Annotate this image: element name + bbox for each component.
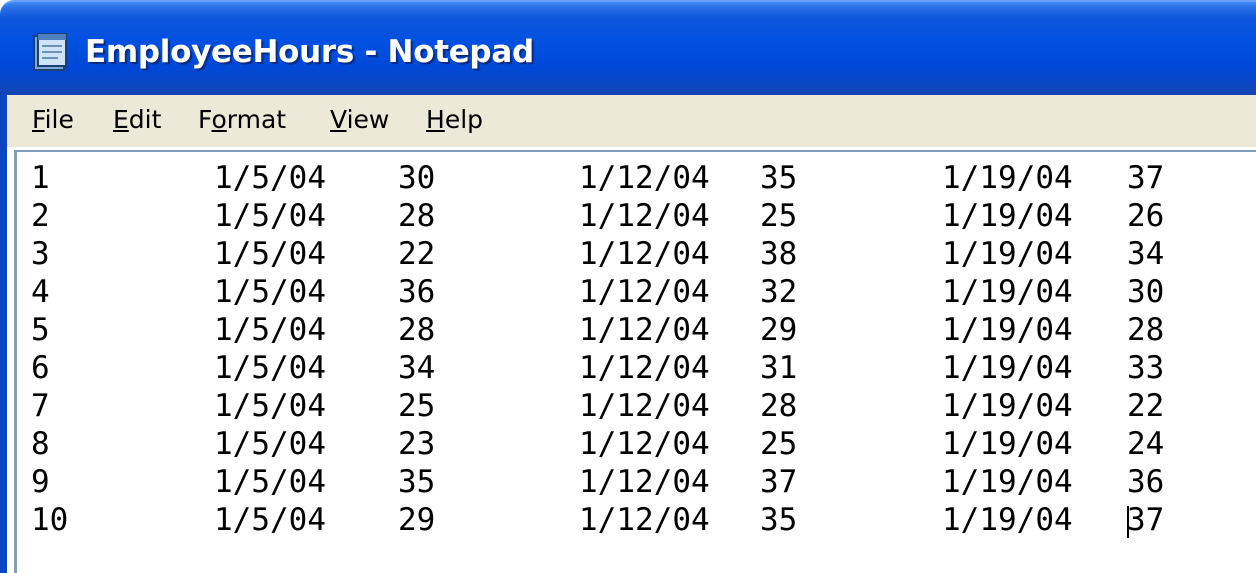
employee-id: 8 [31, 426, 50, 462]
week2-hours: 31 [760, 350, 798, 386]
week3-hours: 22 [1127, 388, 1165, 424]
week3-date: 1/19/04 [942, 464, 1073, 500]
title-bar[interactable]: EmployeeHours - Notepad [0, 0, 1256, 95]
week1-hours: 23 [398, 426, 436, 462]
week1-hours: 36 [398, 274, 436, 310]
week2-date: 1/12/04 [579, 426, 710, 462]
week3-hours: 37 [1127, 502, 1165, 538]
window-title: EmployeeHours - Notepad [85, 34, 534, 70]
week1-date: 1/5/04 [214, 388, 326, 424]
week3-date: 1/19/04 [942, 160, 1073, 196]
week3-date: 1/19/04 [942, 236, 1073, 272]
text-editor[interactable]: 1 1/5/04 30 1/12/04 35 1/19/04 37 2 1/5/… [0, 147, 1256, 573]
week2-date: 1/12/04 [579, 350, 710, 386]
notepad-window: EmployeeHours - Notepad File Edit Format… [0, 0, 1256, 573]
week2-hours: 35 [760, 502, 798, 538]
week2-date: 1/12/04 [579, 312, 710, 348]
week1-date: 1/5/04 [214, 160, 326, 196]
week1-date: 1/5/04 [214, 312, 326, 348]
week1-date: 1/5/04 [214, 236, 326, 272]
week3-date: 1/19/04 [942, 426, 1073, 462]
week1-hours: 28 [398, 312, 436, 348]
menu-file[interactable]: File [32, 105, 74, 134]
employee-id: 10 [31, 502, 69, 538]
employee-id: 4 [31, 274, 50, 310]
week2-hours: 38 [760, 236, 798, 272]
text-line: 8 1/5/04 23 1/12/04 25 1/19/04 24 [17, 426, 1256, 464]
text-line: 10 1/5/04 29 1/12/04 35 1/19/04 37 [17, 502, 1256, 540]
menu-view[interactable]: View [330, 105, 389, 134]
employee-id: 6 [31, 350, 50, 386]
week3-hours: 28 [1127, 312, 1165, 348]
week3-date: 1/19/04 [942, 350, 1073, 386]
week3-date: 1/19/04 [942, 274, 1073, 310]
employee-id: 2 [31, 198, 50, 234]
week3-hours: 36 [1127, 464, 1165, 500]
week1-date: 1/5/04 [214, 502, 326, 538]
week2-date: 1/12/04 [579, 274, 710, 310]
week3-hours: 33 [1127, 350, 1165, 386]
week1-date: 1/5/04 [214, 274, 326, 310]
week3-date: 1/19/04 [942, 198, 1073, 234]
week3-hours: 24 [1127, 426, 1165, 462]
text-line: 7 1/5/04 25 1/12/04 28 1/19/04 22 [17, 388, 1256, 426]
text-line: 6 1/5/04 34 1/12/04 31 1/19/04 33 [17, 350, 1256, 388]
week1-date: 1/5/04 [214, 464, 326, 500]
week1-hours: 28 [398, 198, 436, 234]
week1-hours: 35 [398, 464, 436, 500]
week1-hours: 34 [398, 350, 436, 386]
employee-id: 1 [31, 160, 50, 196]
text-line: 1 1/5/04 30 1/12/04 35 1/19/04 37 [17, 160, 1256, 198]
text-line: 2 1/5/04 28 1/12/04 25 1/19/04 26 [17, 198, 1256, 236]
week1-hours: 30 [398, 160, 436, 196]
week1-hours: 29 [398, 502, 436, 538]
week2-hours: 32 [760, 274, 798, 310]
week1-hours: 22 [398, 236, 436, 272]
week1-date: 1/5/04 [214, 350, 326, 386]
week2-date: 1/12/04 [579, 198, 710, 234]
week1-date: 1/5/04 [214, 198, 326, 234]
text-content[interactable]: 1 1/5/04 30 1/12/04 35 1/19/04 37 2 1/5/… [14, 150, 1256, 573]
week2-date: 1/12/04 [579, 464, 710, 500]
week2-date: 1/12/04 [579, 236, 710, 272]
text-line: 9 1/5/04 35 1/12/04 37 1/19/04 36 [17, 464, 1256, 502]
text-line: 4 1/5/04 36 1/12/04 32 1/19/04 30 [17, 274, 1256, 312]
employee-id: 3 [31, 236, 50, 272]
week2-hours: 28 [760, 388, 798, 424]
week3-hours: 30 [1127, 274, 1165, 310]
week3-hours: 26 [1127, 198, 1165, 234]
text-line: 5 1/5/04 28 1/12/04 29 1/19/04 28 [17, 312, 1256, 350]
week1-hours: 25 [398, 388, 436, 424]
week2-hours: 25 [760, 426, 798, 462]
week2-date: 1/12/04 [579, 502, 710, 538]
menu-format[interactable]: Format [198, 105, 286, 134]
week1-date: 1/5/04 [214, 426, 326, 462]
week2-hours: 29 [760, 312, 798, 348]
text-line: 3 1/5/04 22 1/12/04 38 1/19/04 34 [17, 236, 1256, 274]
employee-id: 5 [31, 312, 50, 348]
menu-edit[interactable]: Edit [113, 105, 161, 134]
week3-date: 1/19/04 [942, 502, 1073, 538]
menu-bar: File Edit Format View Help [0, 95, 1256, 147]
week3-hours: 37 [1127, 160, 1165, 196]
week2-hours: 25 [760, 198, 798, 234]
notepad-icon[interactable] [30, 32, 72, 72]
week2-hours: 37 [760, 464, 798, 500]
week2-date: 1/12/04 [579, 388, 710, 424]
week3-date: 1/19/04 [942, 388, 1073, 424]
week3-hours: 34 [1127, 236, 1165, 272]
menu-help[interactable]: Help [426, 105, 483, 134]
employee-id: 7 [31, 388, 50, 424]
week2-date: 1/12/04 [579, 160, 710, 196]
week2-hours: 35 [760, 160, 798, 196]
week3-date: 1/19/04 [942, 312, 1073, 348]
employee-id: 9 [31, 464, 50, 500]
